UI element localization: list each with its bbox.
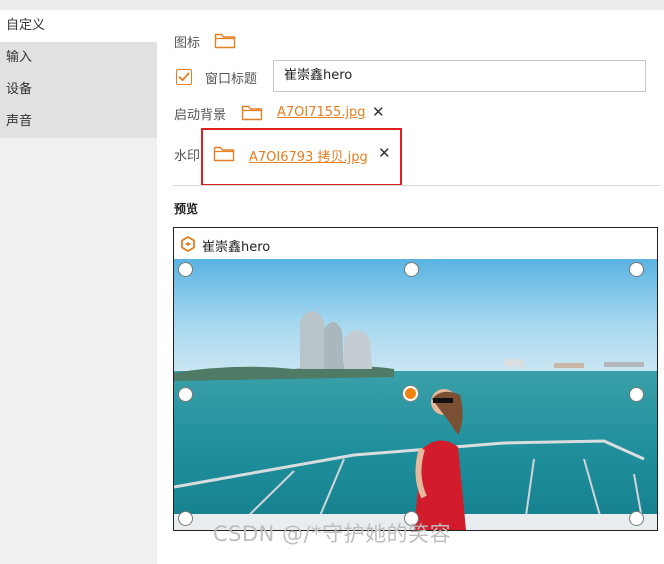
splash-label: 启动背景 xyxy=(174,108,227,123)
window-title-checkbox[interactable] xyxy=(176,69,192,85)
resize-handle-left[interactable] xyxy=(178,387,193,402)
resize-handle-right[interactable] xyxy=(629,387,644,402)
sidebar-item-input[interactable]: 输入 xyxy=(0,42,157,74)
app-logo-icon xyxy=(180,235,196,256)
move-handle-center[interactable] xyxy=(403,386,418,401)
top-bar xyxy=(0,0,664,10)
csdn-watermark: CSDN @/*守护她的笑容 xyxy=(213,522,452,546)
preview-label: 预览 xyxy=(174,202,199,216)
resize-handle-bottom-right[interactable] xyxy=(629,511,644,526)
preview-window: 崔崇鑫hero xyxy=(173,227,658,531)
resize-handle-top-left[interactable] xyxy=(178,262,193,277)
icon-folder-icon[interactable] xyxy=(214,31,236,53)
window-title-label: 窗口标题 xyxy=(205,72,258,87)
watermark-label: 水印 xyxy=(174,149,201,164)
splash-file-link[interactable]: A7OI7155.jpg xyxy=(277,105,366,120)
main-panel: 图标 窗口标题 崔崇鑫hero 启动背景 A7OI7155.jpg ✕ 水印 A… xyxy=(157,10,664,564)
divider xyxy=(173,185,661,186)
resize-handle-top[interactable] xyxy=(404,262,419,277)
watermark-folder-icon[interactable] xyxy=(213,144,235,166)
sidebar-item-custom[interactable]: 自定义 xyxy=(0,10,157,42)
preview-window-title: 崔崇鑫hero xyxy=(202,240,271,255)
resize-handle-top-right[interactable] xyxy=(629,262,644,277)
sidebar-item-sound[interactable]: 声音 xyxy=(0,106,157,138)
sidebar-item-device[interactable]: 设备 xyxy=(0,74,157,106)
watermark-file-link[interactable]: A7OI6793 拷贝.jpg xyxy=(249,146,368,165)
window-title-input[interactable]: 崔崇鑫hero xyxy=(273,60,646,92)
watermark-close-icon[interactable]: ✕ xyxy=(378,146,391,161)
icon-label: 图标 xyxy=(174,36,201,51)
sidebar: 自定义 输入 设备 声音 xyxy=(0,10,157,564)
resize-handle-bottom-left[interactable] xyxy=(178,511,193,526)
splash-close-icon[interactable]: ✕ xyxy=(372,105,385,120)
splash-folder-icon[interactable] xyxy=(241,103,263,125)
